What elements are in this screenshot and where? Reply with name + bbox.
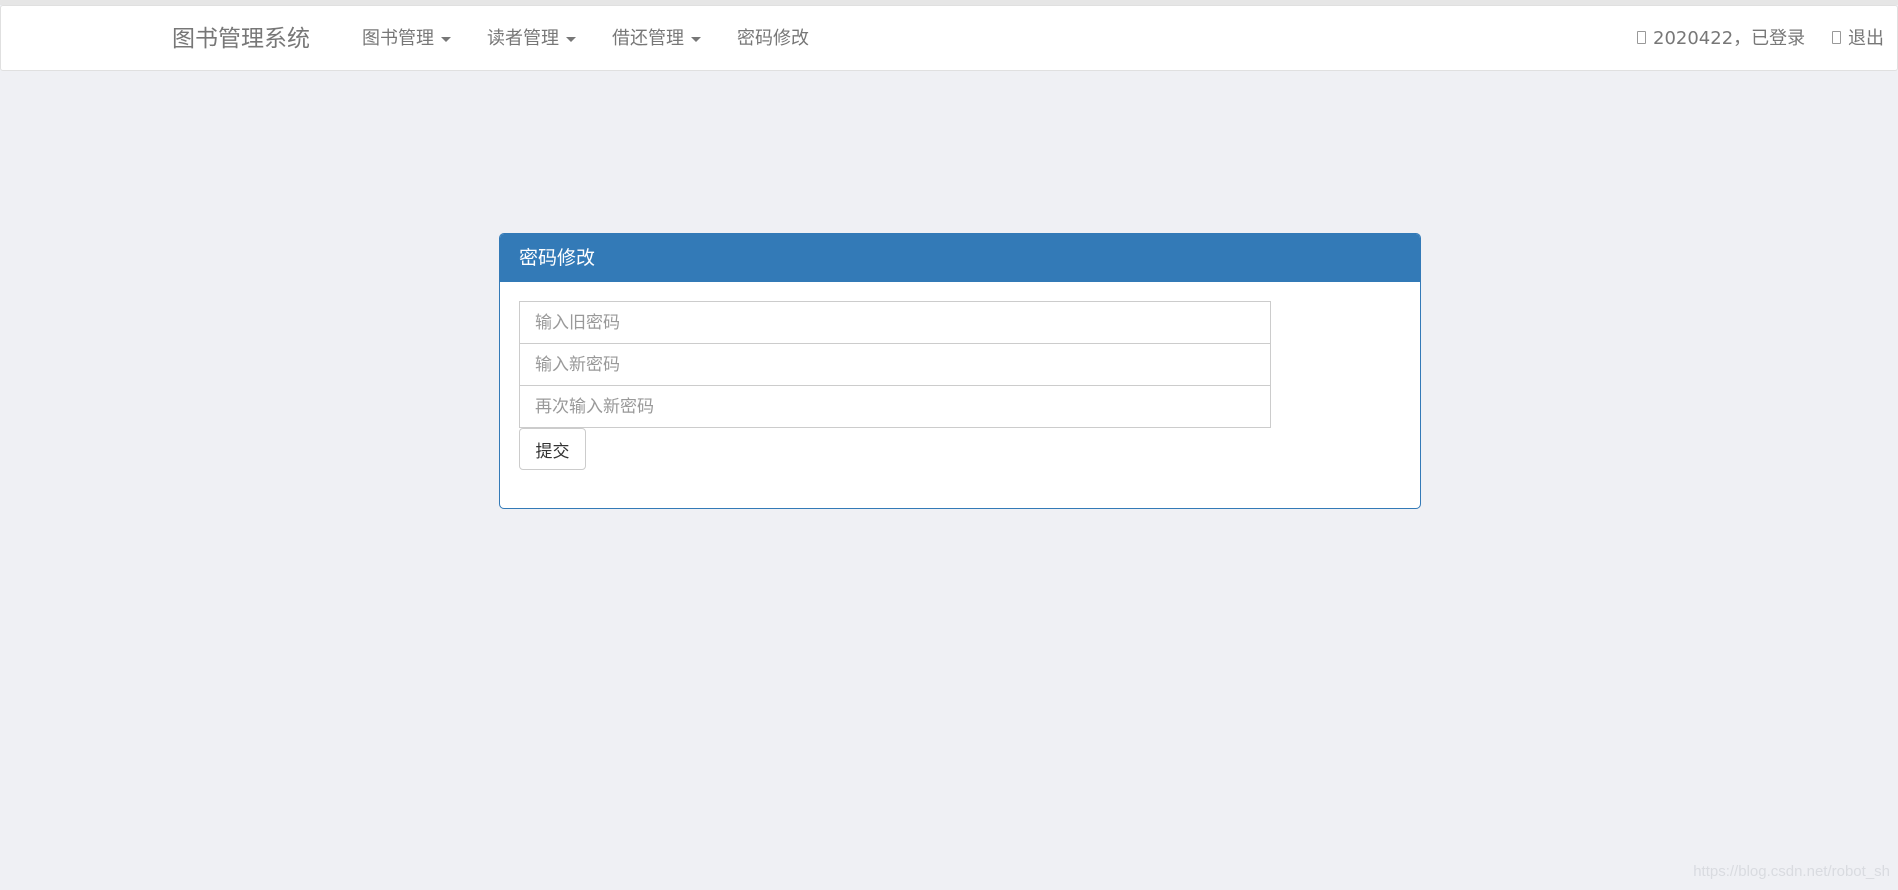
logout-icon [1832, 31, 1841, 44]
old-password-input[interactable] [519, 301, 1271, 344]
panel-title: 密码修改 [500, 234, 1420, 282]
submit-button[interactable]: 提交 [519, 428, 586, 470]
user-status[interactable]: 2020422，已登录 [1637, 6, 1805, 72]
change-password-panel: 密码修改 提交 [499, 233, 1421, 509]
nav-item-label: 借还管理 [612, 28, 684, 49]
caret-down-icon [691, 36, 701, 42]
confirm-password-input[interactable] [519, 385, 1271, 428]
nav-item-reader-management[interactable]: 读者管理 [487, 6, 576, 72]
brand-title[interactable]: 图书管理系统 [172, 6, 310, 72]
nav-item-borrow-management[interactable]: 借还管理 [612, 6, 701, 72]
nav-item-change-password[interactable]: 密码修改 [737, 6, 809, 72]
user-status-label: 2020422，已登录 [1653, 28, 1806, 49]
logout-link[interactable]: 退出 [1832, 6, 1884, 72]
watermark: https://blog.csdn.net/robot_sh [1693, 863, 1890, 880]
nav-item-label: 图书管理 [362, 28, 434, 49]
nav-item-label: 密码修改 [737, 28, 809, 49]
logout-label: 退出 [1848, 28, 1884, 49]
caret-down-icon [566, 36, 576, 42]
nav-item-book-management[interactable]: 图书管理 [362, 6, 451, 72]
user-icon [1637, 31, 1646, 44]
nav-item-label: 读者管理 [487, 28, 559, 49]
caret-down-icon [441, 36, 451, 42]
top-navbar: 图书管理系统 图书管理 读者管理 借还管理 密码修改 2020422，已登录 退… [0, 5, 1898, 71]
new-password-input[interactable] [519, 343, 1271, 386]
